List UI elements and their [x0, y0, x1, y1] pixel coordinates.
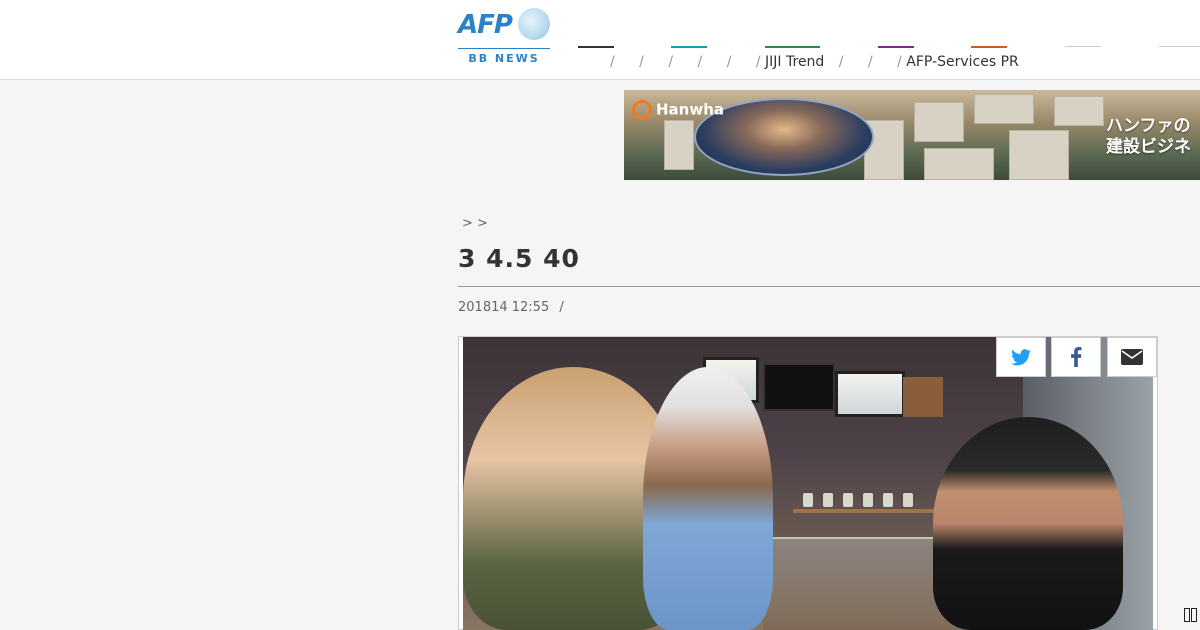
facebook-share-button[interactable]	[1051, 337, 1101, 377]
nav-separator: /	[697, 54, 703, 70]
hanwha-logo-icon	[632, 100, 652, 120]
site-header: AFP BB NEWS / / / / / / JIJI Trend / / /…	[0, 0, 1200, 80]
nav-separator: /	[897, 54, 902, 70]
nav-item-afp-services-pr[interactable]: AFP-Services PR	[906, 54, 1018, 70]
nav-accent-4	[878, 46, 914, 48]
missing-glyph-icon	[1184, 608, 1200, 626]
logo-subtitle: BB NEWS	[468, 52, 540, 65]
nav-separator: /	[668, 54, 674, 70]
globe-icon	[518, 8, 550, 40]
nav-accent-6	[1065, 46, 1101, 47]
breadcrumb[interactable]: > >	[462, 216, 488, 231]
ad-brand: Hanwha	[632, 100, 724, 120]
article-title: 3 4.5 40	[458, 244, 580, 273]
logo-text: AFP	[458, 10, 513, 40]
twitter-share-button[interactable]	[996, 337, 1046, 377]
nav-separator: /	[639, 54, 644, 70]
main-nav: / / / / / / JIJI Trend / / / AFP-Service…	[600, 54, 1019, 70]
hanwha-banner-ad[interactable]: Hanwha ハンファの 建設ビジネ	[624, 90, 1200, 180]
nav-accent-3	[765, 46, 820, 48]
envelope-icon	[1121, 349, 1143, 365]
facebook-icon	[1071, 347, 1082, 367]
nav-accent-2	[671, 46, 707, 48]
article-meta: 201814 12:55 /	[458, 300, 564, 315]
nav-separator: /	[755, 54, 761, 70]
twitter-icon	[1011, 348, 1031, 365]
title-divider	[458, 286, 1200, 287]
ad-tagline: ハンファの 建設ビジネ	[1106, 116, 1191, 157]
nav-separator: /	[610, 54, 615, 70]
nav-separator: /	[726, 54, 732, 70]
article-photo[interactable]	[463, 337, 1153, 630]
nav-separator: /	[838, 54, 844, 70]
afpbb-logo[interactable]: AFP BB NEWS	[458, 8, 550, 66]
nav-item-jiji-trend[interactable]: JIJI Trend	[765, 54, 824, 70]
nav-accent-1	[578, 46, 614, 48]
nav-accent-7	[1159, 46, 1200, 47]
meta-separator: /	[559, 300, 564, 315]
nav-accent-5	[971, 46, 1007, 48]
nav-separator: /	[867, 54, 873, 70]
email-share-button[interactable]	[1107, 337, 1157, 377]
publish-date: 201814 12:55	[458, 300, 550, 315]
